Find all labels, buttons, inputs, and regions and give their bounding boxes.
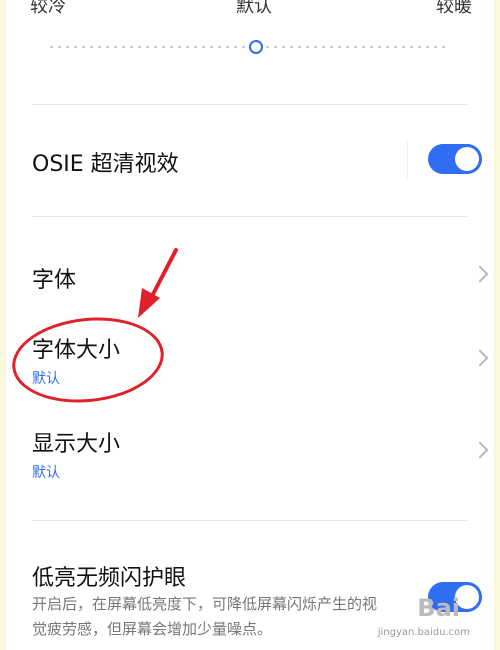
slider-track-dot — [162, 46, 165, 48]
chevron-right-icon — [471, 349, 489, 367]
divider — [32, 520, 468, 521]
slider-track-dot — [106, 46, 109, 48]
temp-warm-label: 较暖 — [436, 0, 472, 17]
slider-track-dot — [242, 46, 245, 48]
slider-track-dot — [370, 46, 373, 48]
slider-track-dot — [58, 46, 61, 48]
slider-track-dot — [130, 46, 133, 48]
slider-track-dot — [138, 46, 141, 48]
slider-track-dot — [114, 46, 117, 48]
slider-track-dot — [266, 46, 269, 48]
slider-track-dot — [226, 46, 229, 48]
color-temperature-labels: 较冷 默认 较暖 — [0, 0, 500, 17]
slider-track-dot — [50, 46, 53, 48]
slider-track-dot — [378, 46, 381, 48]
frame-edge — [0, 0, 6, 650]
divider — [32, 104, 468, 105]
display-size-label[interactable]: 显示大小 — [32, 426, 120, 458]
slider-track-dot — [194, 46, 197, 48]
slider-track-dot — [66, 46, 69, 48]
slider-track-dot — [234, 46, 237, 48]
slider-track-dot — [346, 46, 349, 48]
slider-track-dot — [186, 46, 189, 48]
slider-track-dot — [418, 46, 421, 48]
slider-track-dot — [354, 46, 357, 48]
toggle-knob — [455, 147, 479, 171]
slider-track-dot — [338, 46, 341, 48]
slider-track-dot — [322, 46, 325, 48]
annotation-arrow-icon — [138, 248, 178, 318]
slider-track-dot — [394, 46, 397, 48]
watermark-text: jingyan.baidu.com — [377, 627, 470, 638]
slider-track-dot — [146, 46, 149, 48]
slider-track-dot — [178, 46, 181, 48]
slider-track-dot — [298, 46, 301, 48]
chevron-right-icon — [471, 441, 489, 459]
chevron-right-icon — [471, 265, 489, 283]
temp-cold-label: 较冷 — [30, 0, 66, 17]
flicker-free-label: 低亮无频闪护眼 — [32, 566, 187, 591]
slider-track-dot — [74, 46, 77, 48]
slider-track-dot — [274, 46, 277, 48]
slider-track-dot — [362, 46, 365, 48]
annotation-circle — [8, 310, 168, 410]
slider-track-dot — [98, 46, 101, 48]
slider-track-dot — [442, 46, 445, 48]
slider-track-dot — [386, 46, 389, 48]
slider-track-dot — [306, 46, 309, 48]
slider-track-dot — [282, 46, 285, 48]
slider-track-dot — [218, 46, 221, 48]
row-separator — [407, 142, 408, 178]
temp-default-label: 默认 — [236, 0, 272, 17]
slider-track-dot — [314, 46, 317, 48]
font-label[interactable]: 字体 — [32, 262, 76, 294]
slider-track-dot — [210, 46, 213, 48]
frame-edge — [494, 0, 500, 650]
slider-track-dot — [434, 46, 437, 48]
color-temperature-slider-thumb[interactable] — [249, 40, 263, 54]
osie-label: OSIE 超清视效 — [32, 152, 179, 177]
slider-track-dot — [402, 46, 405, 48]
slider-track-dot — [410, 46, 413, 48]
slider-track-dot — [170, 46, 173, 48]
watermark-logo: Bai — [417, 594, 460, 622]
slider-track-dot — [154, 46, 157, 48]
slider-track-dot — [426, 46, 429, 48]
slider-track-dot — [290, 46, 293, 48]
slider-track-dot — [82, 46, 85, 48]
flicker-free-description: 开启后，在屏幕低亮度下，可降低屏幕闪烁产生的视觉疲劳感，但屏幕会增加少量噪点。 — [32, 595, 378, 638]
slider-track-dot — [330, 46, 333, 48]
display-settings-screen: 较冷 默认 较暖 OSIE 超清视效 字体 字体大小 默认 显示大小 默认 低亮… — [0, 0, 500, 650]
slider-track-dot — [122, 46, 125, 48]
slider-track-dot — [202, 46, 205, 48]
display-size-value: 默认 — [32, 465, 60, 481]
osie-toggle[interactable] — [428, 144, 482, 174]
divider — [32, 216, 468, 217]
slider-track-dot — [90, 46, 93, 48]
